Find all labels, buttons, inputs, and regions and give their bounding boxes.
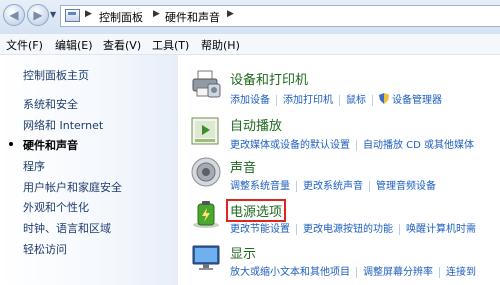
menu-view[interactable]: 查看(V) (103, 37, 141, 53)
sidebar-item-hardware-sound: 硬件和声音 (23, 139, 78, 152)
printer-icon[interactable] (190, 68, 222, 100)
menu-edit[interactable]: 编辑(E) (55, 37, 93, 53)
sidebar-item-user-accounts[interactable]: 用户帐户和家庭安全 (23, 179, 122, 195)
power-links: 更改节能设置 更改电源按钮的功能 唤醒计算机时需 (230, 220, 476, 235)
sidebar-item-system-security[interactable]: 系统和安全 (23, 96, 78, 112)
current-item-bullet (9, 142, 13, 146)
display-icon[interactable] (190, 242, 222, 274)
back-button[interactable]: ◀ (3, 4, 25, 26)
battery-icon[interactable] (190, 198, 222, 230)
breadcrumb-separator[interactable]: ▶ (227, 9, 234, 19)
sidebar-item-clock-language[interactable]: 时钟、语言和区域 (23, 220, 111, 236)
sidebar-item-programs[interactable]: 程序 (23, 158, 45, 174)
link-change-media-defaults[interactable]: 更改媒体或设备的默认设置 (230, 140, 350, 151)
category-sound[interactable]: 声音 (230, 157, 256, 176)
content-area (178, 55, 500, 285)
category-autoplay[interactable]: 自动播放 (230, 115, 282, 134)
breadcrumb-control-panel[interactable]: 控制面板 (99, 9, 143, 25)
link-adjust-volume[interactable]: 调整系统音量 (230, 181, 290, 192)
breadcrumb-hardware-sound[interactable]: 硬件和声音 (165, 9, 220, 25)
devices-printers-links: 添加设备 添加打印机 鼠标 设备管理器 (230, 91, 442, 106)
uac-shield-icon (379, 93, 389, 104)
address-bar: ◀ ▶ ▼ ▶ 控制面板 ▶ 硬件和声音 ▶ (0, 0, 500, 35)
link-autoplay-cd[interactable]: 自动播放 CD 或其他媒体 (363, 140, 474, 151)
menu-bar: 文件(F) 编辑(E) 查看(V) 工具(T) 帮助(H) (0, 34, 500, 55)
sidebar: 控制面板主页 系统和安全 网络和 Internet 硬件和声音 程序 用户帐户和… (0, 55, 179, 285)
sidebar-item-network[interactable]: 网络和 Internet (23, 117, 103, 133)
breadcrumb-separator[interactable]: ▶ (85, 9, 92, 19)
link-connect-to[interactable]: 连接到 (446, 267, 476, 278)
category-power-options[interactable]: 电源选项 (226, 199, 287, 222)
link-add-device[interactable]: 添加设备 (230, 95, 270, 106)
link-text-size[interactable]: 放大或缩小文本和其他项目 (230, 267, 350, 278)
menu-file[interactable]: 文件(F) (6, 37, 43, 53)
link-mouse[interactable]: 鼠标 (346, 95, 366, 106)
autoplay-links: 更改媒体或设备的默认设置 自动播放 CD 或其他媒体 (230, 136, 474, 151)
menu-tools[interactable]: 工具(T) (152, 37, 189, 53)
autoplay-icon[interactable] (190, 115, 222, 147)
breadcrumb-separator[interactable]: ▶ (153, 9, 160, 19)
sound-links: 调整系统音量 更改系统声音 管理音频设备 (230, 177, 436, 192)
sidebar-item-home[interactable]: 控制面板主页 (23, 67, 89, 83)
breadcrumb[interactable]: ▶ 控制面板 ▶ 硬件和声音 ▶ (60, 5, 500, 27)
category-devices-printers[interactable]: 设备和打印机 (230, 69, 308, 88)
display-links: 放大或缩小文本和其他项目 调整屏幕分辨率 连接到 (230, 263, 476, 278)
link-require-password-on-wake[interactable]: 唤醒计算机时需 (406, 224, 476, 235)
sidebar-item-ease-of-access[interactable]: 轻松访问 (23, 241, 67, 257)
forward-button[interactable]: ▶ (27, 4, 49, 26)
recent-pages-dropdown[interactable]: ▼ (50, 10, 56, 19)
link-manage-audio-devices[interactable]: 管理音频设备 (376, 181, 436, 192)
link-power-button-function[interactable]: 更改电源按钮的功能 (303, 224, 393, 235)
link-change-power-saving[interactable]: 更改节能设置 (230, 224, 290, 235)
link-add-printer[interactable]: 添加打印机 (283, 95, 333, 106)
category-display[interactable]: 显示 (230, 243, 256, 262)
sidebar-item-appearance[interactable]: 外观和个性化 (23, 199, 89, 215)
menu-help[interactable]: 帮助(H) (201, 37, 240, 53)
control-panel-icon (65, 9, 80, 22)
link-screen-resolution[interactable]: 调整屏幕分辨率 (363, 267, 433, 278)
link-change-sounds[interactable]: 更改系统声音 (303, 181, 363, 192)
speaker-icon[interactable] (190, 156, 222, 188)
link-device-manager[interactable]: 设备管理器 (392, 95, 442, 106)
